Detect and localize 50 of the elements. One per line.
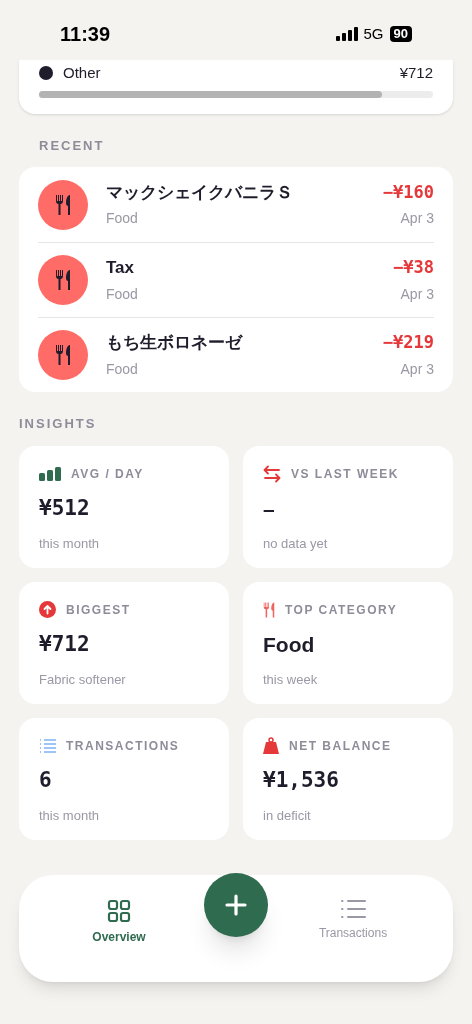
insight-note: this week [263,671,319,689]
fork-knife-icon [55,269,71,291]
nav-tab[interactable]: Overview [69,899,169,946]
category-name: Other [63,63,101,83]
transaction-name: マックシェイクバニラＳ [106,181,294,204]
insight-label: NET BALANCE [289,737,392,755]
insight-note: in deficit [263,807,312,825]
network-label: 5G [363,23,384,44]
bar-chart-icon [39,466,61,481]
status-time: 11:39 [60,22,111,47]
list-icon [340,899,366,919]
battery-indicator: 90 [389,26,412,42]
transaction-name: Tax [106,257,136,280]
weight-icon [263,737,279,754]
fork-knife-icon [55,193,71,216]
transaction-amount: −¥38 [393,256,434,280]
transaction-category: Food [106,284,139,304]
insight-note: no data yet [263,535,329,553]
insight-value: ¥1,536 [263,766,340,794]
section-title: RECENT [39,136,106,155]
transaction-category: Food [106,359,139,379]
insight-note: Fabric softener [39,671,127,689]
list-icon [39,738,56,753]
signal-icon [335,27,358,41]
insight-label: TRANSACTIONS [66,737,180,755]
insight-label: BIGGEST [66,601,131,619]
swap-arrows-icon [263,464,281,483]
insight-note: this month [39,807,100,825]
insight-label: AVG / DAY [71,465,144,483]
transaction-amount: −¥160 [382,180,434,204]
transaction-date: Apr 3 [400,209,434,229]
insight-label: TOP CATEGORY [285,601,398,619]
grid-icon [107,899,131,923]
section-title: INSIGHTS [19,415,98,433]
fork-knife-icon [263,600,275,619]
insight-value: – [263,495,276,522]
transaction-amount: −¥219 [382,331,434,355]
transaction-name: もち生ボロネーゼ [106,332,244,355]
insight-label: VS LAST WEEK [291,465,399,483]
insight-value: 6 [39,766,53,794]
transaction-category: Food [106,209,139,229]
insight-note: this month [39,535,100,553]
plus-icon [225,894,247,916]
category-amount: ¥712 [399,63,433,83]
fork-knife-icon [55,344,71,366]
insight-value: ¥512 [39,494,91,522]
insight-value: Food [263,631,316,658]
insight-value: ¥712 [39,630,91,658]
transaction-date: Apr 3 [400,284,434,304]
transaction-date: Apr 3 [400,359,434,379]
